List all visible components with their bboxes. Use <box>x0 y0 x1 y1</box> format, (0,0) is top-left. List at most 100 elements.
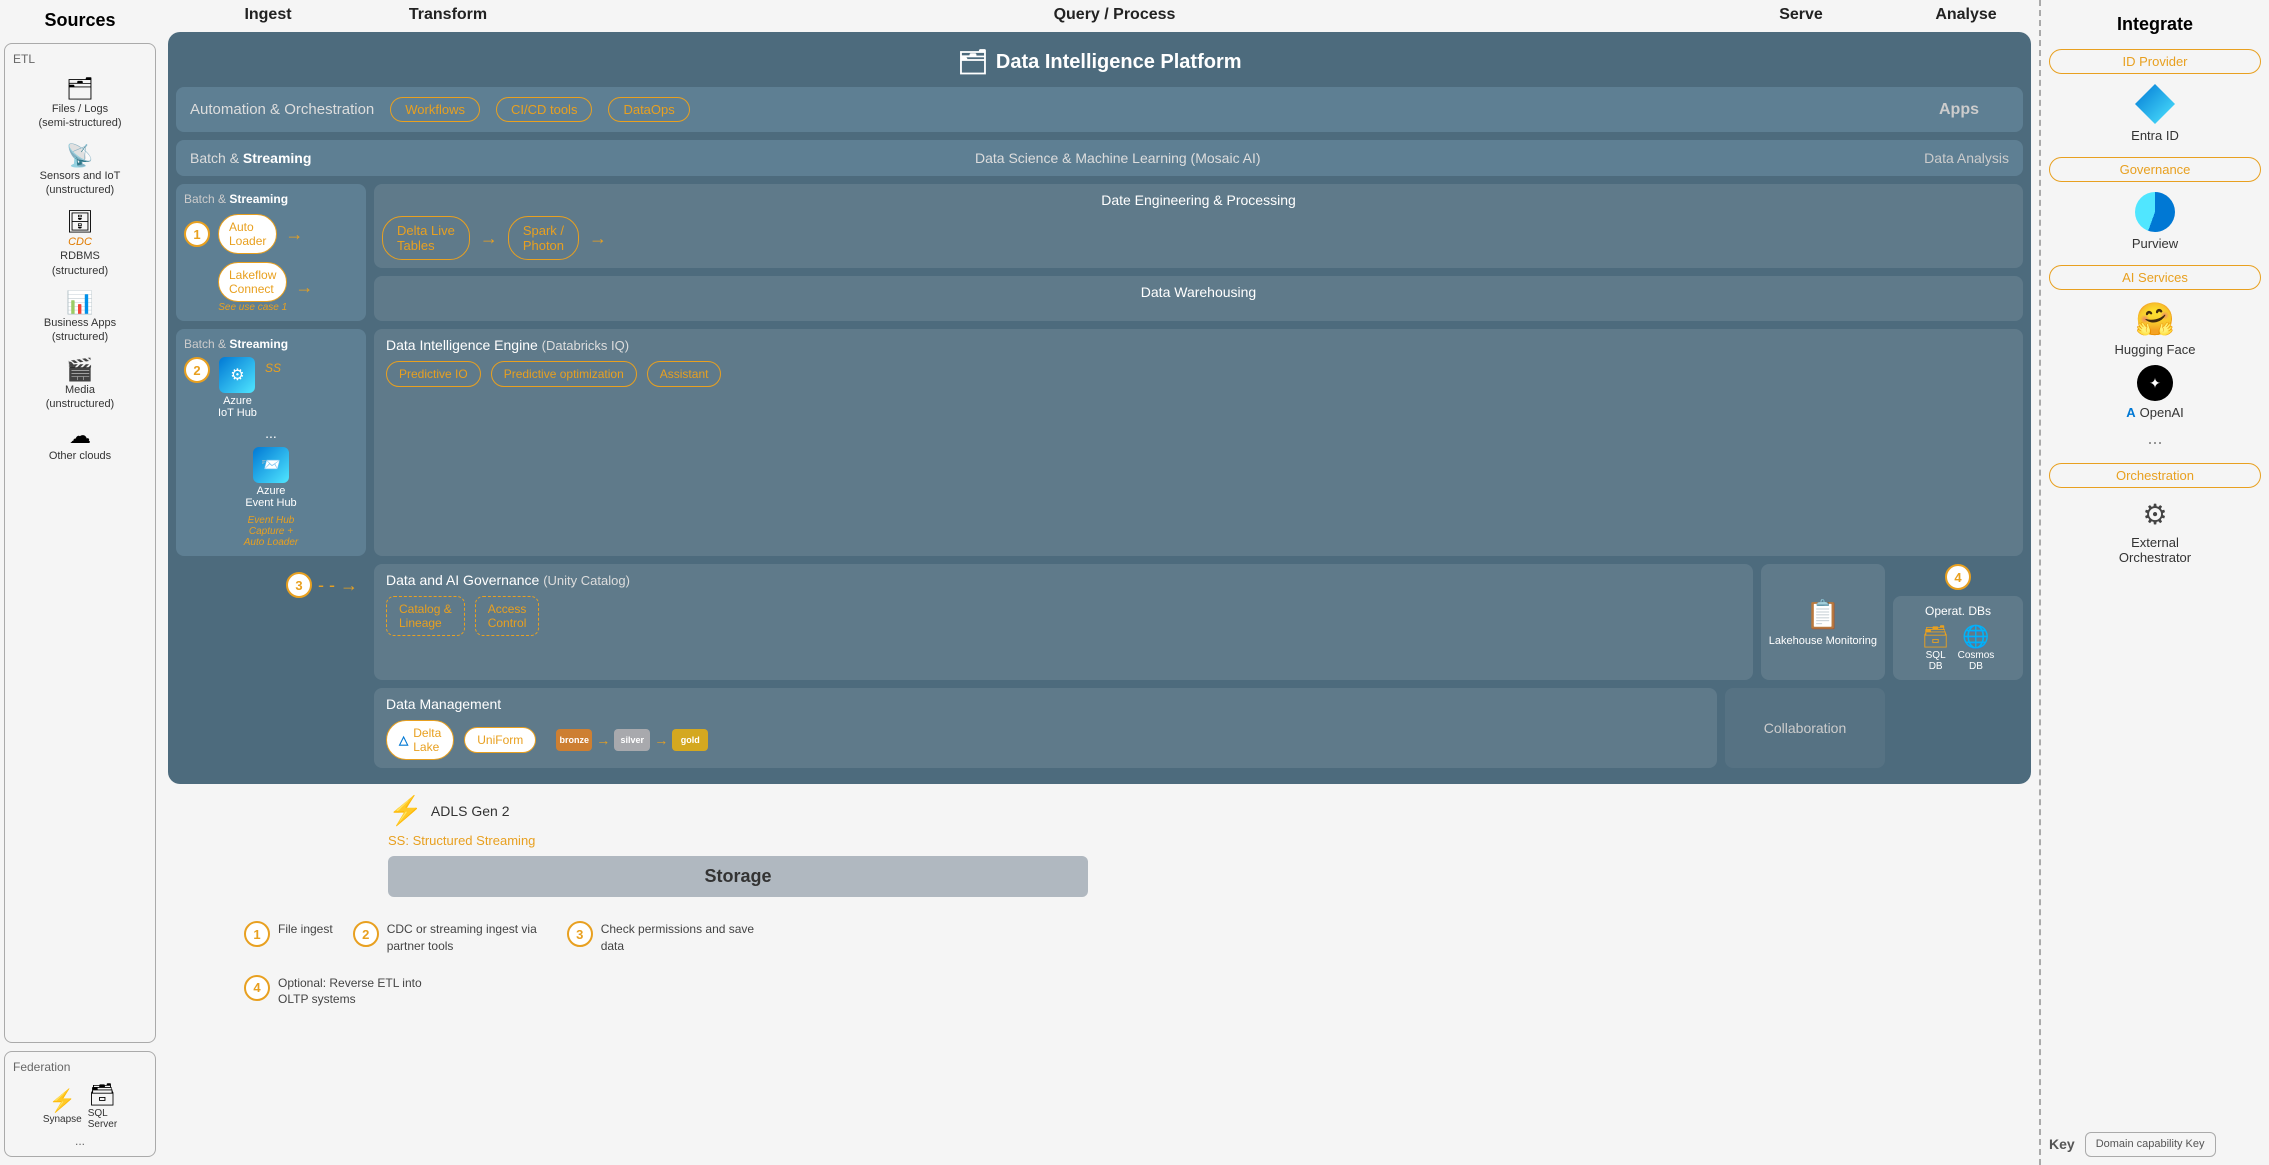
ingest-row2: LakeflowConnect See use case 1 → <box>184 262 358 313</box>
ai-services-badge: AI Services <box>2049 265 2261 290</box>
legend-area: 1 File ingest 2 CDC or streaming ingest … <box>228 911 978 1018</box>
num-1: 1 <box>184 221 210 247</box>
header-serve: Serve <box>1701 6 1901 24</box>
rdbms-icon: 🗄 <box>66 209 94 235</box>
azure-iot-icon: ⚙ <box>219 357 255 393</box>
de-title: Date Engineering & Processing <box>382 192 2015 208</box>
files-icon: 🗂 <box>66 76 94 102</box>
clouds-label: Other clouds <box>49 449 111 463</box>
ingest-batch2-title: Batch & Streaming <box>184 337 358 351</box>
source-clouds: ☁ Other clouds <box>13 423 147 463</box>
catalog-lineage: Catalog &Lineage <box>386 596 465 636</box>
integrate-panel: Integrate ID Provider Entra ID Governanc… <box>2039 0 2269 1165</box>
platform-icon: 🗂 <box>957 48 987 77</box>
azure-iot-row: 2 ⚙ AzureIoT Hub SS <box>184 357 358 419</box>
center-diagram: Ingest Transform Query / Process Serve A… <box>160 0 2039 1165</box>
delta-icon: △ <box>399 733 408 747</box>
key-label: Key <box>2049 1136 2075 1152</box>
etl-section: ETL 🗂 Files / Logs(semi-structured) 📡 Se… <box>4 43 156 1043</box>
sqldb-item: 🗃 SQLDB <box>1922 624 1950 672</box>
legend-text-2: CDC or streaming ingest via partner tool… <box>387 921 547 955</box>
legend-num-1: 1 <box>244 921 270 947</box>
collaboration-box: Collaboration <box>1725 688 1885 768</box>
dm-title: Data Management <box>386 696 1705 712</box>
openai-label: A OpenAI <box>2126 405 2183 420</box>
sqldb-icon: 🗃 <box>1922 624 1950 650</box>
data-analysis-label: Data Analysis <box>1924 150 2009 166</box>
monitoring-box: 📋 Lakehouse Monitoring <box>1761 564 1885 680</box>
autoloader-badge: AutoLoader <box>218 214 277 254</box>
synapse-item: ⚡ Synapse <box>43 1088 82 1125</box>
uniform: UniForm <box>464 727 536 753</box>
key-section: Key Domain capability Key <box>2049 1132 2261 1157</box>
cosmosdb-icon: 🌐 <box>1962 624 1989 650</box>
monitoring-label: Lakehouse Monitoring <box>1769 635 1877 647</box>
de-items: Delta LiveTables → Spark /Photon → <box>382 216 2015 260</box>
monitoring-icon: 📋 <box>1805 598 1840 631</box>
operate-label: Operat. DBs <box>1901 604 2015 618</box>
media-label: Media(unstructured) <box>46 383 114 412</box>
source-rdbms: 🗄 CDC RDBMS(structured) <box>13 209 147 278</box>
sqlserver-icon: 🗃 <box>88 1082 116 1108</box>
apps-area: Apps <box>1909 101 2009 119</box>
assistant: Assistant <box>647 361 722 387</box>
ingest-batch2: Batch & Streaming 2 ⚙ AzureIoT Hub SS ..… <box>176 329 366 556</box>
dsml-label: Data Science & Machine Learning (Mosaic … <box>311 150 1924 166</box>
legend-item-1: 1 File ingest <box>244 921 333 955</box>
clouds-icon: ☁ <box>69 423 91 449</box>
ingest-batch1: Batch & Streaming 1 AutoLoader → Lakeflo… <box>176 184 366 321</box>
purview-item: Purview <box>2049 192 2261 251</box>
legend-item-4: 4 Optional: Reverse ETL into OLTP system… <box>244 975 438 1009</box>
media-icon: 🎬 <box>66 357 93 383</box>
federation-label: Federation <box>13 1060 147 1074</box>
lakeflow-item: LakeflowConnect See use case 1 <box>218 262 287 313</box>
silver-medal: silver <box>614 729 650 751</box>
azure-hub-label: AzureEvent Hub <box>245 485 296 509</box>
federation-more: ... <box>13 1134 147 1148</box>
dm-items: △ DeltaLake UniForm bronze → silver → go… <box>386 720 1705 760</box>
ai-more: ... <box>2049 428 2261 449</box>
legend-text-3: Check permissions and save data <box>601 921 761 955</box>
dsml-batch-label: Batch & Streaming <box>190 150 311 166</box>
legend-item-3: 3 Check permissions and save data <box>567 921 761 955</box>
de-arrow2: → <box>589 228 607 249</box>
adls-item: ⚡ ADLS Gen 2 <box>388 794 509 827</box>
source-media: 🎬 Media(unstructured) <box>13 357 147 412</box>
column-headers: Ingest Transform Query / Process Serve A… <box>168 6 2031 24</box>
dm-box: Data Management △ DeltaLake UniForm bron… <box>374 688 1717 768</box>
openai-item: ✦ A OpenAI <box>2049 365 2261 420</box>
synapse-icon: ⚡ <box>49 1088 76 1114</box>
dsml-row: Batch & Streaming Data Science & Machine… <box>176 140 2023 176</box>
ext-orch-icon: ⚙ <box>2142 498 2167 531</box>
legend-text-4: Optional: Reverse ETL into OLTP systems <box>278 975 438 1009</box>
dm-row: Data Management △ DeltaLake UniForm bron… <box>176 688 2023 768</box>
adls-label: ADLS Gen 2 <box>431 803 510 819</box>
dw-box: Data Warehousing <box>374 276 2023 321</box>
num-3: 3 <box>286 572 312 598</box>
engine-box: Data Intelligence Engine (Databricks IQ)… <box>374 329 2023 556</box>
automation-label: Automation & Orchestration <box>190 101 374 118</box>
operate-column: 4 Operat. DBs 🗃 SQLDB 🌐 CosmosDB <box>1893 564 2023 680</box>
etl-label: ETL <box>13 52 147 66</box>
source-files: 🗂 Files / Logs(semi-structured) <box>13 76 147 131</box>
predictive-io: Predictive IO <box>386 361 481 387</box>
storage-bar: Storage <box>388 856 1088 897</box>
legend-item-2: 2 CDC or streaming ingest via partner to… <box>353 921 547 955</box>
lakeflow-note: See use case 1 <box>218 302 287 313</box>
governance-row: 3 - - → Data and AI Governance (Unity Ca… <box>176 564 2023 680</box>
sqlserver-label: SQLServer <box>88 1108 117 1130</box>
num4-row: 4 <box>1945 564 1971 590</box>
key-badge: Domain capability Key <box>2085 1132 2216 1157</box>
gov-title-text: Data and AI Governance <box>386 572 539 588</box>
gov-arrow: - - → <box>318 575 358 596</box>
delta-live-tables: Delta LiveTables <box>382 216 470 260</box>
orchestration-badge: Orchestration <box>2049 463 2261 488</box>
source-sensors: 📡 Sensors and IoT(unstructured) <box>13 143 147 198</box>
storage-area: ⚡ ADLS Gen 2 SS: Structured Streaming St… <box>168 794 2031 897</box>
bizapps-icon: 📊 <box>66 290 93 316</box>
medals-row: bronze → silver → gold <box>556 729 708 751</box>
integrate-title: Integrate <box>2049 8 2261 49</box>
gov-num3-row: 3 - - → <box>286 572 358 598</box>
predictive-opt: Predictive optimization <box>491 361 637 387</box>
dw-title: Data Warehousing <box>388 284 2009 300</box>
